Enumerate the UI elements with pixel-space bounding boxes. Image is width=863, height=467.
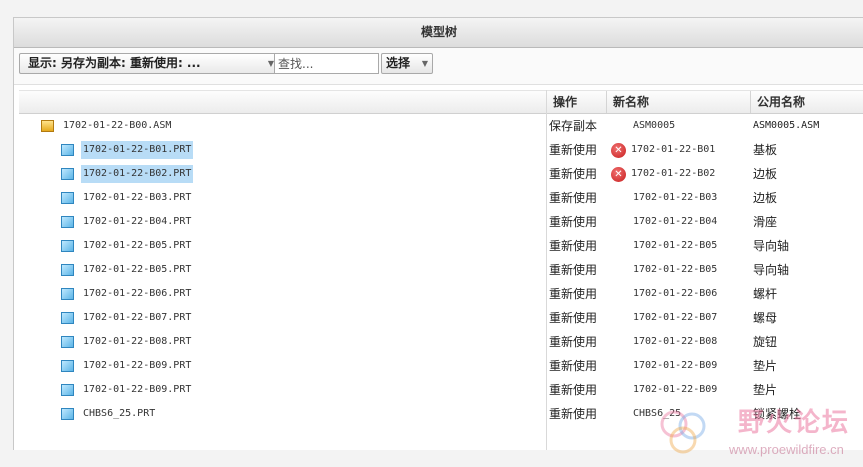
part-icon	[61, 336, 74, 348]
operation-cell[interactable]: 保存副本	[549, 114, 597, 138]
common-name-cell[interactable]: 旋钮	[753, 330, 777, 354]
operation-cell[interactable]: 重新使用	[549, 234, 597, 258]
header-common-name[interactable]: 公用名称	[750, 91, 863, 113]
common-name-cell[interactable]: ASM0005.ASM	[753, 114, 819, 138]
tree-row[interactable]: 1702-01-22-B03.PRT 重新使用 1702-01-22-B03 边板	[19, 186, 863, 210]
new-name-cell[interactable]: 1702-01-22-B06	[633, 282, 717, 306]
tree-item-name[interactable]: CHBS6_25.PRT	[81, 405, 157, 423]
new-name-cell[interactable]: 1702-01-22-B09	[633, 354, 717, 378]
part-icon	[61, 384, 74, 396]
tree-row[interactable]: 1702-01-22-B05.PRT 重新使用 1702-01-22-B05 导向轴	[19, 258, 863, 282]
display-dropdown-label: 显示: 另存为副本: 重新使用: ...	[28, 56, 201, 70]
model-tree-panel: 模型树 显示: 另存为副本: 重新使用: ... ▼ 选择 ▼ 操作 新名称 公…	[13, 17, 863, 457]
part-icon	[61, 144, 74, 156]
common-name-cell[interactable]: 螺母	[753, 306, 777, 330]
display-dropdown[interactable]: 显示: 另存为副本: 重新使用: ... ▼	[19, 53, 279, 74]
column-header: 操作 新名称 公用名称	[19, 90, 863, 114]
header-new-name[interactable]: 新名称	[606, 91, 750, 113]
common-name-cell[interactable]: 基板	[753, 138, 777, 162]
operation-cell[interactable]: 重新使用	[549, 162, 597, 186]
operation-cell[interactable]: 重新使用	[549, 258, 597, 282]
error-icon: ✕	[611, 143, 626, 158]
new-name-cell[interactable]: 1702-01-22-B09	[633, 378, 717, 402]
tree-item-name[interactable]: 1702-01-22-B08.PRT	[81, 333, 193, 351]
tree-item-name[interactable]: 1702-01-22-B01.PRT	[81, 141, 194, 159]
header-tree[interactable]	[19, 91, 546, 113]
part-icon	[61, 240, 74, 252]
operation-cell[interactable]: 重新使用	[549, 402, 597, 426]
new-name-cell[interactable]: 1702-01-22-B08	[633, 330, 717, 354]
operation-cell[interactable]: 重新使用	[549, 138, 597, 162]
new-name-cell[interactable]: 1702-01-22-B04	[633, 210, 717, 234]
select-button-label: 选择	[386, 56, 411, 70]
tree-item-name[interactable]: 1702-01-22-B00.ASM	[61, 117, 173, 135]
common-name-cell[interactable]: 垫片	[753, 354, 777, 378]
tree-item-name[interactable]: 1702-01-22-B02.PRT	[81, 165, 194, 183]
tree-item-name[interactable]: 1702-01-22-B03.PRT	[81, 189, 193, 207]
new-name-cell[interactable]: 1702-01-22-B01	[631, 138, 715, 162]
new-name-cell[interactable]: 1702-01-22-B02	[631, 162, 715, 186]
chevron-down-icon: ▼	[421, 59, 428, 68]
watermark-url: www.proewildfire.cn	[729, 442, 844, 457]
header-operation[interactable]: 操作	[546, 91, 606, 113]
new-name-cell[interactable]: ASM0005	[633, 114, 675, 138]
tree-row[interactable]: 1702-01-22-B09.PRT 重新使用 1702-01-22-B09 垫片	[19, 378, 863, 402]
operation-cell[interactable]: 重新使用	[549, 378, 597, 402]
part-icon	[61, 168, 74, 180]
tree-item-name[interactable]: 1702-01-22-B06.PRT	[81, 285, 193, 303]
part-icon	[61, 288, 74, 300]
part-icon	[61, 408, 74, 420]
common-name-cell[interactable]: 垫片	[753, 378, 777, 402]
part-icon	[61, 216, 74, 228]
new-name-cell[interactable]: 1702-01-22-B05	[633, 234, 717, 258]
tree-item-name[interactable]: 1702-01-22-B05.PRT	[81, 261, 193, 279]
tree-row[interactable]: 1702-01-22-B07.PRT 重新使用 1702-01-22-B07 螺母	[19, 306, 863, 330]
common-name-cell[interactable]: 滑座	[753, 210, 777, 234]
new-name-cell[interactable]: 1702-01-22-B07	[633, 306, 717, 330]
common-name-cell[interactable]: 导向轴	[753, 258, 789, 282]
tree-row[interactable]: 1702-01-22-B04.PRT 重新使用 1702-01-22-B04 滑座	[19, 210, 863, 234]
operation-cell[interactable]: 重新使用	[549, 330, 597, 354]
common-name-cell[interactable]: 锁紧螺栓	[753, 402, 801, 426]
operation-cell[interactable]: 重新使用	[549, 186, 597, 210]
tree-item-name[interactable]: 1702-01-22-B07.PRT	[81, 309, 193, 327]
tree-row[interactable]: 1702-01-22-B08.PRT 重新使用 1702-01-22-B08 旋钮	[19, 330, 863, 354]
assembly-icon	[41, 120, 54, 132]
part-icon	[61, 192, 74, 204]
tree-item-name[interactable]: 1702-01-22-B05.PRT	[81, 237, 193, 255]
toolbar: 显示: 另存为副本: 重新使用: ... ▼ 选择 ▼	[14, 48, 863, 85]
tree-row[interactable]: 1702-01-22-B00.ASM 保存副本 ASM0005 ASM0005.ASM	[19, 114, 863, 138]
new-name-cell[interactable]: CHBS6_25	[633, 402, 681, 426]
search-input[interactable]	[274, 53, 379, 74]
operation-cell[interactable]: 重新使用	[549, 306, 597, 330]
tree-row[interactable]: 1702-01-22-B05.PRT 重新使用 1702-01-22-B05 导向轴	[19, 234, 863, 258]
tree-item-name[interactable]: 1702-01-22-B04.PRT	[81, 213, 193, 231]
error-icon: ✕	[611, 167, 626, 182]
tree-row[interactable]: 1702-01-22-B06.PRT 重新使用 1702-01-22-B06 螺杆	[19, 282, 863, 306]
tree-row[interactable]: CHBS6_25.PRT 重新使用 CHBS6_25 锁紧螺栓	[19, 402, 863, 426]
operation-cell[interactable]: 重新使用	[549, 210, 597, 234]
tree-item-name[interactable]: 1702-01-22-B09.PRT	[81, 381, 193, 399]
common-name-cell[interactable]: 螺杆	[753, 282, 777, 306]
operation-cell[interactable]: 重新使用	[549, 354, 597, 378]
tree-item-name[interactable]: 1702-01-22-B09.PRT	[81, 357, 193, 375]
new-name-cell[interactable]: 1702-01-22-B03	[633, 186, 717, 210]
tree-rows: 1702-01-22-B00.ASM 保存副本 ASM0005 ASM0005.ASM…	[19, 114, 863, 426]
part-icon	[61, 360, 74, 372]
part-icon	[61, 312, 74, 324]
part-icon	[61, 264, 74, 276]
common-name-cell[interactable]: 导向轴	[753, 234, 789, 258]
panel-title: 模型树	[14, 18, 863, 48]
new-name-cell[interactable]: 1702-01-22-B05	[633, 258, 717, 282]
operation-cell[interactable]: 重新使用	[549, 282, 597, 306]
tree-row[interactable]: 1702-01-22-B01.PRT 重新使用 ✕ 1702-01-22-B01 基板	[19, 138, 863, 162]
common-name-cell[interactable]: 边板	[753, 186, 777, 210]
tree-row[interactable]: 1702-01-22-B02.PRT 重新使用 ✕ 1702-01-22-B02 边板	[19, 162, 863, 186]
select-button[interactable]: 选择 ▼	[381, 53, 433, 74]
tree-row[interactable]: 1702-01-22-B09.PRT 重新使用 1702-01-22-B09 垫片	[19, 354, 863, 378]
common-name-cell[interactable]: 边板	[753, 162, 777, 186]
